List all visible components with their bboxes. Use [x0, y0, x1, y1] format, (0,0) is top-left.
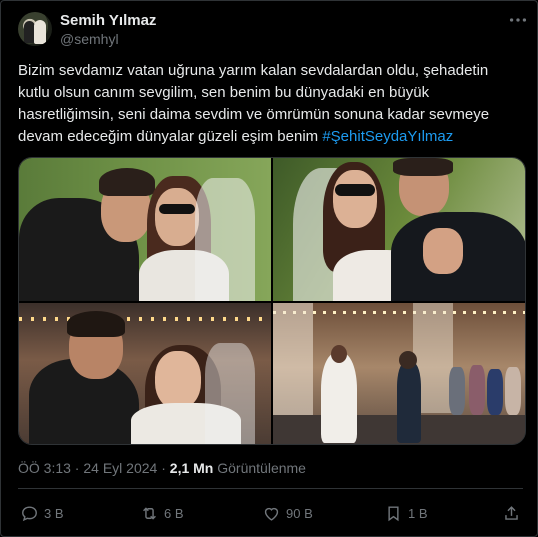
tweet-card: Semih Yılmaz @semhyl Bizim sevdamız vata…	[0, 0, 538, 537]
views-label: Görüntülenme	[217, 460, 306, 476]
media-grid	[18, 157, 526, 445]
author-name[interactable]: Semih Yılmaz	[60, 12, 156, 29]
action-bar: 3 B 6 B 90 B 1 B	[18, 501, 523, 525]
bookmark-count: 1 B	[408, 505, 428, 521]
meta-separator-2: ·	[157, 460, 170, 476]
divider	[18, 488, 523, 489]
bookmark-icon	[388, 505, 399, 521]
bookmark-button[interactable]: 1 B	[384, 503, 428, 523]
avatar[interactable]	[18, 12, 52, 46]
like-count: 90 B	[286, 505, 313, 521]
meta-separator: ·	[70, 460, 84, 476]
repost-button[interactable]: 6 B	[140, 503, 184, 523]
photo-3[interactable]	[19, 303, 271, 444]
tweet-time[interactable]: ÖÖ 3:13	[18, 460, 71, 476]
repost-count: 6 B	[164, 505, 184, 521]
photo-1[interactable]	[19, 158, 271, 301]
share-icon	[505, 505, 518, 520]
hashtag-link[interactable]: #ŞehitSeydaYılmaz	[322, 128, 453, 145]
reply-count: 3 B	[44, 505, 64, 521]
reply-icon	[22, 505, 37, 521]
reply-button[interactable]: 3 B	[20, 503, 64, 523]
avatar-figure-bride	[34, 20, 46, 44]
tweet-meta: ÖÖ 3:13 · 24 Eyl 2024 · 2,1 Mn Görüntüle…	[18, 460, 306, 476]
tweet-text: Bizim sevdamız vatan uğruna yarım kalan …	[18, 60, 523, 148]
photo-4[interactable]	[273, 303, 525, 444]
heart-icon	[264, 507, 279, 521]
repost-icon	[143, 506, 156, 520]
like-button[interactable]: 90 B	[262, 503, 313, 523]
more-options-icon[interactable]	[507, 9, 529, 31]
photo-2[interactable]	[273, 158, 525, 301]
share-button[interactable]	[502, 503, 521, 523]
tweet-date[interactable]: 24 Eyl 2024	[83, 460, 157, 476]
author-handle[interactable]: @semhyl	[60, 31, 119, 47]
views-count: 2,1 Mn	[169, 460, 214, 476]
